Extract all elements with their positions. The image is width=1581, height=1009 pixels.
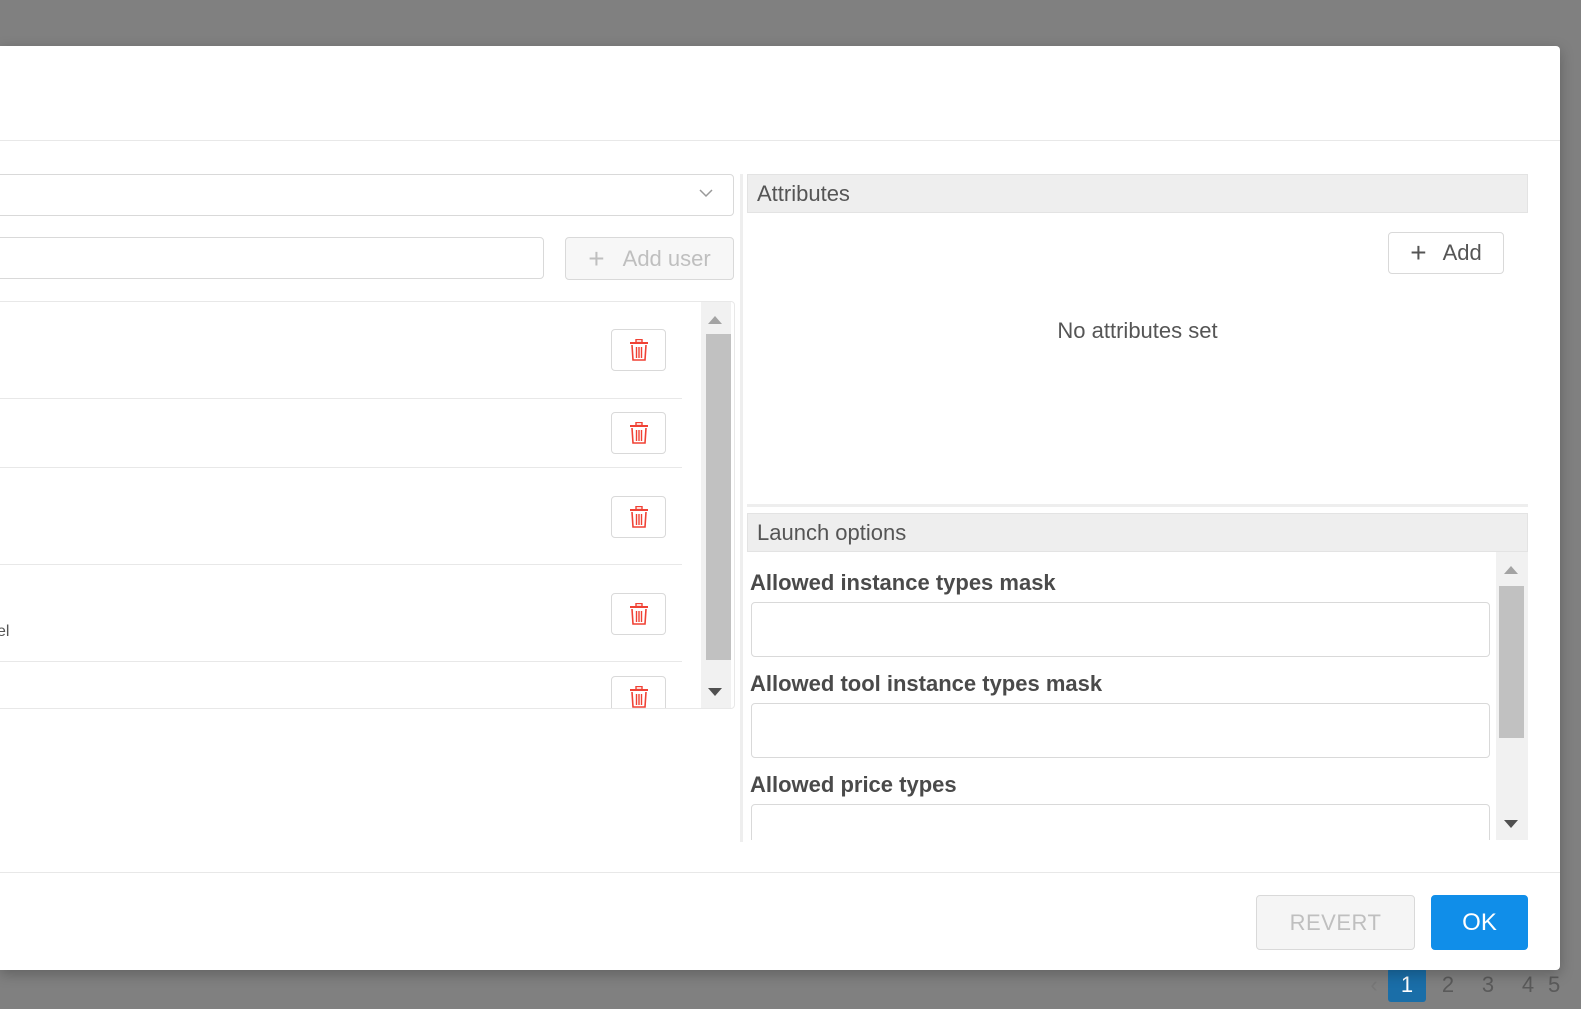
modal-footer: REVERT OK: [0, 872, 1560, 970]
trash-icon: [629, 603, 648, 625]
pagination-page-3[interactable]: 3: [1468, 972, 1508, 998]
delete-button[interactable]: [611, 496, 666, 538]
price-types-label: Allowed price types: [750, 772, 957, 797]
launch-options-body: Allowed instance types mask Allowed tool…: [747, 552, 1528, 840]
list-item: [0, 399, 682, 468]
scrollbar-thumb[interactable]: [1499, 586, 1524, 738]
scrollbar-thumb[interactable]: [706, 334, 731, 660]
pagination: ‹ 1 2 3 4 5: [1360, 968, 1562, 1002]
tool-instance-types-mask-label: Allowed tool instance types mask: [750, 671, 1103, 696]
list-item: el: [0, 565, 682, 662]
plus-icon: +: [588, 242, 605, 274]
user-search-input[interactable]: [0, 237, 544, 279]
trash-icon: [629, 506, 648, 528]
group-select[interactable]: [0, 174, 734, 216]
attributes-header: Attributes: [747, 174, 1528, 213]
panel-separator: [747, 504, 1528, 507]
tool-instance-types-mask-input[interactable]: [751, 703, 1490, 758]
trash-icon: [629, 422, 648, 444]
pagination-page-1[interactable]: 1: [1388, 968, 1426, 1002]
pagination-page-5[interactable]: 5: [1548, 972, 1562, 998]
scroll-up-arrow-icon[interactable]: [708, 316, 722, 324]
scroll-down-arrow-icon[interactable]: [1504, 820, 1518, 828]
user-list: el: [0, 301, 735, 709]
launch-options-scrollbar[interactable]: [1496, 552, 1528, 840]
delete-button[interactable]: [611, 412, 666, 454]
column-divider: [740, 174, 743, 842]
ok-button[interactable]: OK: [1431, 895, 1528, 950]
list-item: [0, 468, 682, 565]
instance-types-mask-input[interactable]: [751, 602, 1490, 657]
add-user-label: Add user: [622, 245, 711, 271]
add-attribute-button[interactable]: + Add: [1388, 232, 1504, 274]
list-item: [0, 662, 682, 708]
delete-button[interactable]: [611, 329, 666, 371]
delete-button[interactable]: [611, 676, 666, 708]
scroll-down-arrow-icon[interactable]: [708, 688, 722, 696]
delete-button[interactable]: [611, 593, 666, 635]
launch-options-header: Launch options: [747, 513, 1528, 552]
user-list-scrollbar[interactable]: [701, 302, 731, 708]
add-attribute-label: Add: [1442, 240, 1482, 265]
list-item: [0, 302, 682, 399]
chevron-down-icon: [699, 185, 713, 203]
revert-button[interactable]: REVERT: [1256, 895, 1415, 950]
plus-icon: +: [1410, 237, 1427, 268]
add-user-button[interactable]: + Add user: [565, 237, 734, 280]
pagination-page-4[interactable]: 4: [1508, 972, 1548, 998]
instance-types-mask-label: Allowed instance types mask: [750, 570, 1056, 595]
modal-dialog: + Add user el: [0, 46, 1560, 970]
modal-header: [0, 46, 1560, 141]
attributes-empty-message: No attributes set: [1057, 318, 1218, 343]
scroll-up-arrow-icon[interactable]: [1504, 566, 1518, 574]
trash-icon: [629, 339, 648, 361]
list-item-text: el: [0, 623, 10, 640]
trash-icon: [629, 686, 648, 708]
pagination-page-2[interactable]: 2: [1428, 972, 1468, 998]
price-types-input[interactable]: [751, 804, 1490, 840]
pagination-prev[interactable]: ‹: [1360, 972, 1388, 998]
